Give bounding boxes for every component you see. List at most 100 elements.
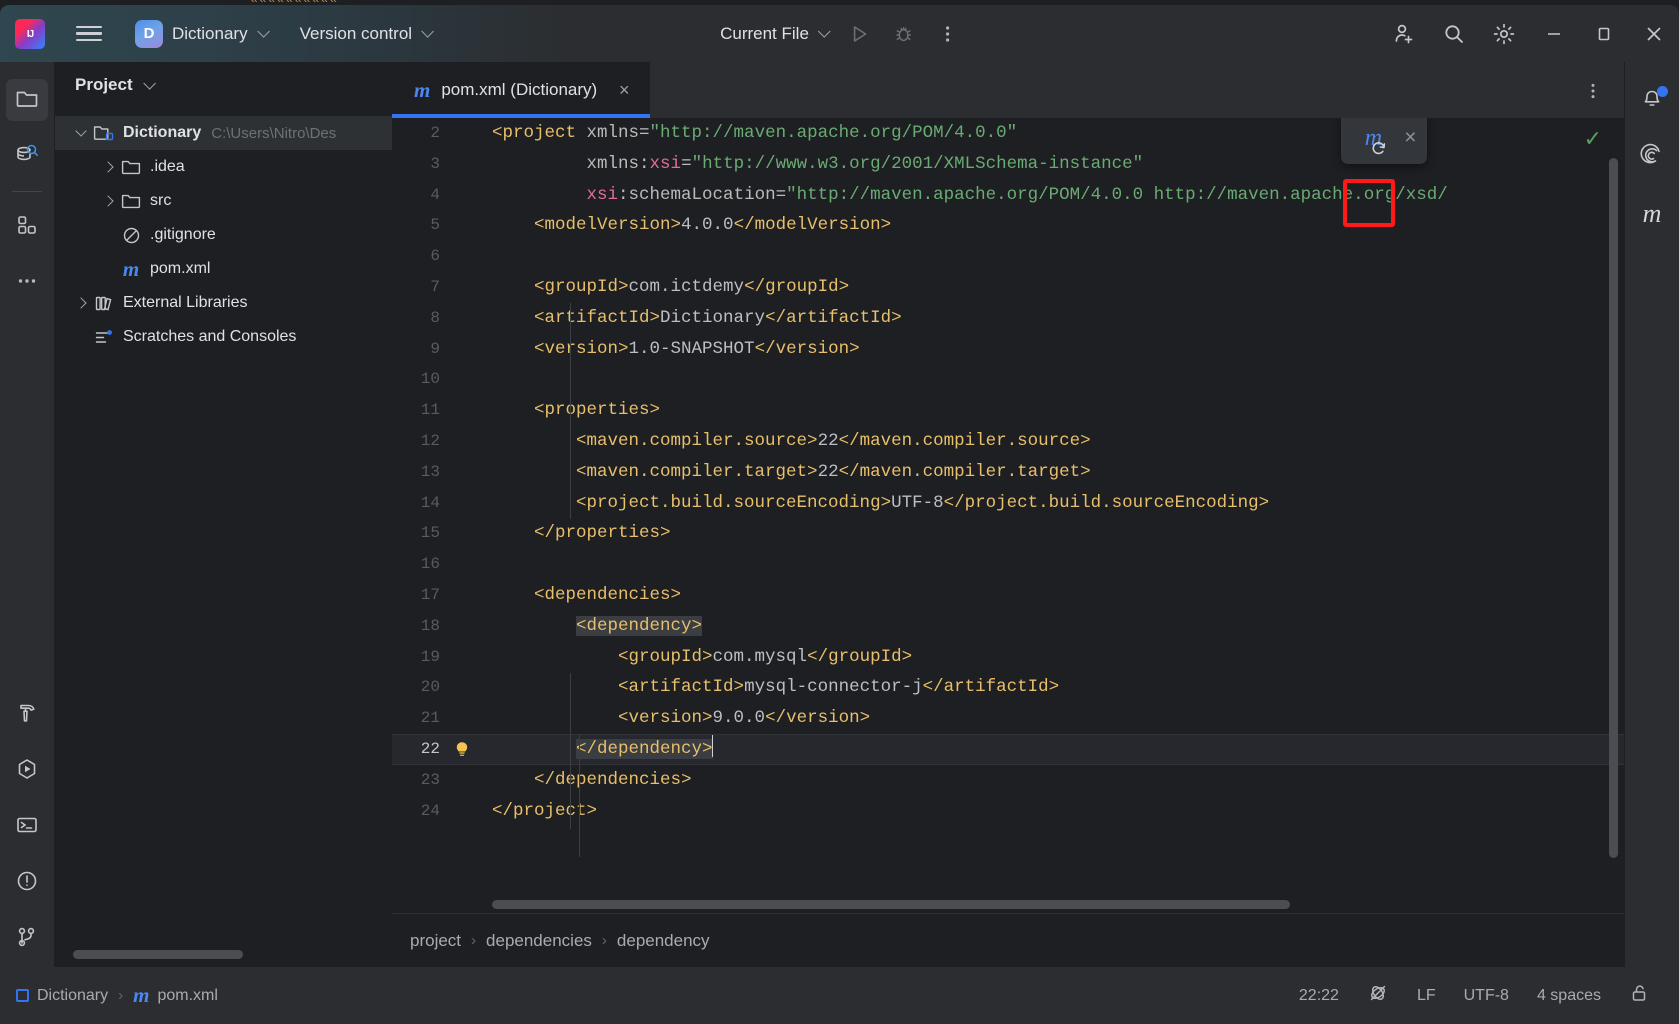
code-token [492,493,576,513]
run-icon[interactable] [840,14,880,54]
code-line[interactable]: 22 </dependency> [392,734,1624,765]
code-line[interactable]: 2<project xmlns="http://maven.apache.org… [392,118,1624,149]
code-token [492,215,534,235]
tree-node-scratches-and-consoles[interactable]: Scratches and Consoles [55,320,392,354]
chevron-right-icon[interactable] [73,294,91,312]
sidebar-item-build[interactable] [6,694,48,736]
sidebar-item-problems[interactable] [6,862,48,904]
version-control-widget[interactable]: Version control [292,20,438,48]
tree-node-pom-xml[interactable]: mpom.xml [55,252,392,286]
tree-node-gitignore[interactable]: .gitignore [55,218,392,252]
breadcrumb-item-dependencies[interactable]: dependencies [486,931,592,951]
chevron-down-icon[interactable] [73,124,91,142]
code-line[interactable]: 5 <modelVersion>4.0.0</modelVersion> [392,210,1624,241]
code-line[interactable]: 21 <version>9.0.0</version> [392,703,1624,734]
sidebar-item-commit[interactable] [6,135,48,177]
status-crumb-project-label: Dictionary [37,987,108,1005]
code-line[interactable]: 4 xsi:schemaLocation="http://maven.apach… [392,180,1624,211]
code-line[interactable]: 9 <version>1.0-SNAPSHOT</version> [392,334,1624,365]
editor-horizontal-scrollbar[interactable] [492,900,1592,909]
code-token: </dependencies> [534,770,692,790]
scrollbar-thumb[interactable] [73,950,243,959]
maximize-icon[interactable] [1579,5,1629,62]
code-token: <modelVersion> [534,215,681,235]
breadcrumb-item-project[interactable]: project [410,931,461,951]
crumb-separator: › [118,987,123,1004]
code-editor[interactable]: 2<project xmlns="http://maven.apache.org… [392,118,1624,913]
code-line[interactable]: 10 [392,364,1624,395]
code-line[interactable]: 20 <artifactId>mysql-connector-j</artifa… [392,672,1624,703]
indent-setting[interactable]: 4 spaces [1523,981,1615,1011]
code-line[interactable]: 7 <groupId>com.ictdemy</groupId> [392,272,1624,303]
chevron-right-icon[interactable] [100,158,118,176]
sidebar-item-ai-assistant[interactable] [1631,137,1673,179]
unlocked-icon[interactable] [1615,976,1665,1015]
code-token: <maven.compiler.target> [576,462,818,482]
chevron-right-icon[interactable] [100,192,118,210]
sidebar-item-structure[interactable] [6,206,48,248]
intention-bulb-icon[interactable] [452,740,472,760]
line-number: 4 [392,180,440,211]
more-vertical-icon[interactable] [1580,78,1606,104]
run-configuration-selector[interactable]: Current File [711,19,836,49]
code-line[interactable]: 16 [392,549,1624,580]
maven-reload-icon[interactable]: m [1351,118,1395,160]
status-crumb-project[interactable]: Dictionary [16,987,108,1005]
line-separator[interactable]: LF [1403,981,1450,1011]
project-panel-header[interactable]: Project [55,62,392,108]
code-token: </artifactId> [923,677,1060,697]
inspections-off-icon[interactable] [1353,976,1403,1015]
tree-node-dictionary[interactable]: DictionaryC:\Users\Nitro\Des [55,116,392,150]
add-user-icon[interactable] [1379,5,1429,62]
sidebar-item-notifications[interactable] [1631,81,1673,123]
code-line[interactable]: 6 [392,241,1624,272]
sidebar-item-version-control[interactable] [6,918,48,960]
sidebar-item-project[interactable] [6,79,48,121]
caret-position[interactable]: 22:22 [1285,981,1353,1011]
inspection-status-ok-icon[interactable]: ✓ [1584,126,1602,152]
code-token [492,708,618,728]
code-line[interactable]: 14 <project.build.sourceEncoding>UTF-8</… [392,488,1624,519]
code-line[interactable]: 23 </dependencies> [392,765,1624,796]
close-icon[interactable]: × [614,80,634,100]
tree-node-external-libraries[interactable]: External Libraries [55,286,392,320]
gear-icon[interactable] [1479,5,1529,62]
code-line[interactable]: 3 xmlns:xsi="http://www.w3.org/2001/XMLS… [392,149,1624,180]
scrollbar-thumb[interactable] [492,900,1290,909]
sidebar-item-terminal[interactable] [6,806,48,848]
code-line[interactable]: 15 </properties> [392,518,1624,549]
code-line[interactable]: 8 <artifactId>Dictionary</artifactId> [392,303,1624,334]
status-crumb-file[interactable]: m pom.xml [133,985,218,1006]
file-encoding[interactable]: UTF-8 [1450,981,1523,1011]
sidebar-item-services[interactable] [6,750,48,792]
search-icon[interactable] [1429,5,1479,62]
close-icon[interactable] [1629,5,1679,62]
minimize-icon[interactable] [1529,5,1579,62]
project-panel-hscrollbar[interactable] [73,950,373,959]
code-line[interactable]: 18 <dependency> [392,611,1624,642]
code-line[interactable]: 11 <properties> [392,395,1624,426]
code-token [492,770,534,790]
folder-icon [120,157,142,177]
tree-node-src[interactable]: src [55,184,392,218]
code-line[interactable]: 17 <dependencies> [392,580,1624,611]
code-line[interactable]: 19 <groupId>com.mysql</groupId> [392,642,1624,673]
debug-icon[interactable] [884,14,924,54]
indent-guide [570,673,571,829]
hamburger-menu-icon[interactable] [67,12,111,56]
code-text: <maven.compiler.source>22</maven.compile… [492,426,1091,457]
tree-node-idea[interactable]: .idea [55,150,392,184]
more-vertical-icon[interactable] [928,14,968,54]
code-text: <groupId>com.ictdemy</groupId> [492,272,849,303]
project-widget[interactable]: D Dictionary [129,16,274,52]
sidebar-item-more[interactable] [6,262,48,304]
code-line[interactable]: 13 <maven.compiler.target>22</maven.comp… [392,457,1624,488]
breadcrumb-item-dependency[interactable]: dependency [617,931,710,951]
tab-pom-xml[interactable]: m pom.xml (Dictionary) × [392,62,650,118]
code-line[interactable]: 24</project> [392,796,1624,827]
scrollbar-thumb[interactable] [1609,158,1618,858]
sidebar-item-maven[interactable]: m [1631,193,1673,235]
editor-vertical-scrollbar[interactable] [1609,158,1618,858]
code-line[interactable]: 12 <maven.compiler.source>22</maven.comp… [392,426,1624,457]
popup-close-icon[interactable]: × [1404,126,1416,150]
